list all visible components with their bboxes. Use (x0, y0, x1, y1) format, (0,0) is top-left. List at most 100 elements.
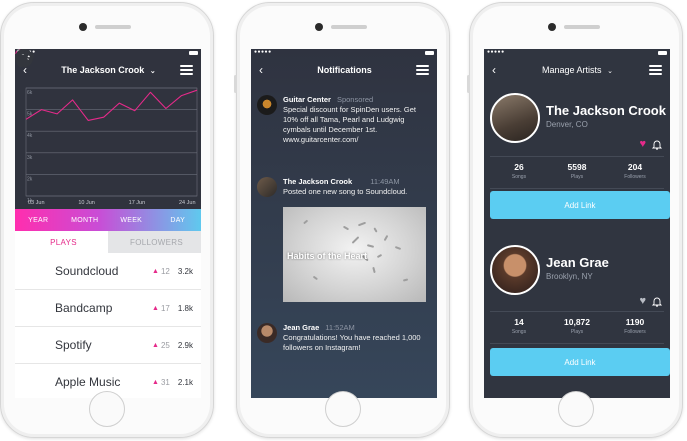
bell-icon[interactable] (652, 139, 662, 150)
tab-plays[interactable]: PLAYS (15, 49, 108, 253)
phone-manage-artists: ●●●●● ‹ Manage Artists ⌄ The Jackson Cro… (467, 2, 683, 438)
notification-item[interactable]: Guitar Center Sponsored Special discount … (251, 95, 437, 145)
artist-location: Denver, CO (546, 120, 588, 129)
notification-item[interactable]: The Jackson Crook 11:49AM Posted one new … (251, 177, 437, 302)
chevron-down-icon: ⌄ (607, 68, 613, 75)
stat-plays: 5598 Plays (548, 157, 606, 188)
artist-stats: 26 Songs 5598 Plays 204 Followers (490, 156, 664, 189)
period-day[interactable]: DAY (155, 217, 202, 224)
home-button[interactable] (325, 391, 361, 427)
plays-series-line (25, 89, 198, 121)
service-delta: 17 (160, 303, 170, 313)
stat-label: Songs (511, 329, 527, 335)
service-list: Soundcloud ▲ 12 3.2k Bandcamp ▲ 17 1.8k … (15, 49, 201, 398)
artist-title: The Jackson Crook (61, 65, 145, 75)
y-tick-label: 6k (27, 90, 33, 96)
service-delta: 25 (160, 340, 170, 350)
manage-artists-title-selector[interactable]: Manage Artists ⌄ (542, 65, 613, 75)
service-name: Soundcloud (55, 264, 119, 278)
service-value: 3.2k (177, 266, 193, 276)
notification-content: The Jackson Crook 11:49AM Posted one new … (283, 177, 429, 302)
heart-outline-icon[interactable]: ♥ (639, 295, 646, 307)
back-chevron-icon[interactable]: ‹ (492, 63, 506, 77)
jackson-crook-avatar (257, 177, 277, 197)
phone-notifications: ●●●●● ‹ Notifications Guitar Center Spons… (234, 2, 450, 438)
home-button[interactable] (89, 391, 125, 427)
notification-message: Posted one new song to Soundcloud. (283, 187, 408, 196)
service-row-bandcamp[interactable]: Bandcamp ▲ 17 1.8k (15, 49, 201, 327)
service-name: Spotify (55, 338, 92, 352)
add-link-button[interactable]: Add Link (490, 191, 670, 219)
stat-value: 204 (627, 162, 643, 172)
phone-side-button (467, 75, 470, 93)
jean-grae-avatar (257, 323, 277, 343)
guitar-center-avatar (257, 95, 277, 115)
phone-side-button (234, 75, 237, 93)
x-tick-label: 17 Jun (129, 200, 146, 206)
service-name: Apple Music (55, 375, 121, 389)
add-link-button[interactable]: Add Link (490, 348, 670, 376)
battery-icon (189, 50, 198, 55)
period-week[interactable]: WEEK (108, 217, 155, 224)
notification-item[interactable]: Jean Grae 11:52AM Congratulations! You ha… (251, 323, 437, 353)
x-tick-label: 03 Jun (28, 200, 45, 206)
artist-stats: 14 Songs 10,872 Plays 1190 Followers (490, 311, 664, 344)
service-delta: 12 (160, 266, 170, 276)
back-chevron-icon[interactable]: ‹ (259, 63, 273, 77)
battery-icon (425, 50, 434, 55)
apple-icon (15, 49, 47, 392)
artist-avatar[interactable] (490, 93, 540, 143)
phone-speaker (331, 25, 367, 29)
song-artwork-image[interactable]: Habits of the Heart (283, 207, 426, 302)
notification-sender: Guitar Center (283, 95, 331, 104)
bell-icon[interactable] (652, 296, 662, 307)
spotify-icon (15, 49, 47, 355)
hamburger-menu-icon[interactable] (415, 65, 429, 75)
artist-name: The Jackson Crook (546, 103, 666, 118)
stat-songs: 14 Songs (490, 312, 548, 343)
manage-artists-title: Manage Artists (542, 65, 602, 75)
home-button[interactable] (558, 391, 594, 427)
tab-followers[interactable]: FOLLOWERS (15, 49, 201, 253)
trend-up-icon: ▲ (152, 341, 159, 349)
plays-chart: 6k 5k 4k 3k 2k 1k 03 Jun 10 Jun 17 Jun 24 Jun (15, 84, 201, 206)
status-bar: ●●●●● (15, 49, 201, 56)
notifications-screen: ●●●●● ‹ Notifications Guitar Center Spons… (251, 49, 437, 398)
status-bar: ●●●●● (251, 49, 437, 56)
period-month[interactable]: MONTH (62, 217, 109, 224)
metric-tabs: PLAYS FOLLOWERS (15, 49, 201, 253)
hamburger-menu-icon[interactable] (648, 65, 662, 75)
artist-selector[interactable]: The Jackson Crook ⌄ (61, 65, 155, 75)
tab-followers-label: FOLLOWERS (130, 237, 183, 247)
period-year[interactable]: YEAR (15, 217, 62, 224)
tab-plays-label: PLAYS (50, 237, 77, 247)
x-tick-label: 10 Jun (78, 200, 95, 206)
manage-artists-header: ‹ Manage Artists ⌄ (484, 56, 670, 84)
stat-label: Plays (570, 174, 584, 180)
bandcamp-icon (15, 49, 47, 318)
notification-content: Jean Grae 11:52AM Congratulations! You ha… (283, 323, 429, 353)
plays-chart-svg: 6k5k4k3k2k1k03 Jun 10 Jun 17 Jun 24 Jun (25, 87, 198, 206)
notification-meta: 11:52AM (325, 323, 355, 332)
service-delta: 31 (160, 377, 170, 387)
status-bar: ●●●●● (484, 49, 670, 56)
hamburger-menu-icon[interactable] (179, 65, 193, 75)
signal-icon: ●●●●● (487, 49, 505, 55)
stat-label: Followers (624, 174, 646, 180)
artist-avatar[interactable] (490, 245, 540, 295)
heart-filled-icon[interactable]: ♥ (639, 138, 646, 150)
stat-label: Plays (570, 329, 584, 335)
trend-up-icon: ▲ (152, 267, 159, 275)
stat-value: 5598 (567, 162, 587, 172)
service-row-soundcloud[interactable]: Soundcloud ▲ 12 3.2k (15, 49, 201, 290)
analytics-header: ‹ The Jackson Crook ⌄ (15, 56, 201, 84)
manage-artists-screen: ●●●●● ‹ Manage Artists ⌄ The Jackson Cro… (484, 49, 670, 398)
notification-message: Special discount for SpinDen users. Get … (283, 105, 416, 144)
battery-icon (658, 50, 667, 55)
soundcloud-icon (15, 49, 47, 281)
notifications-header: ‹ Notifications (251, 56, 437, 84)
notification-content: Guitar Center Sponsored Special discount … (283, 95, 429, 145)
service-row-spotify[interactable]: Spotify ▲ 25 2.9k (15, 49, 201, 364)
y-tick-label: 2k (27, 176, 33, 182)
x-tick-label: 24 Jun (179, 200, 196, 206)
